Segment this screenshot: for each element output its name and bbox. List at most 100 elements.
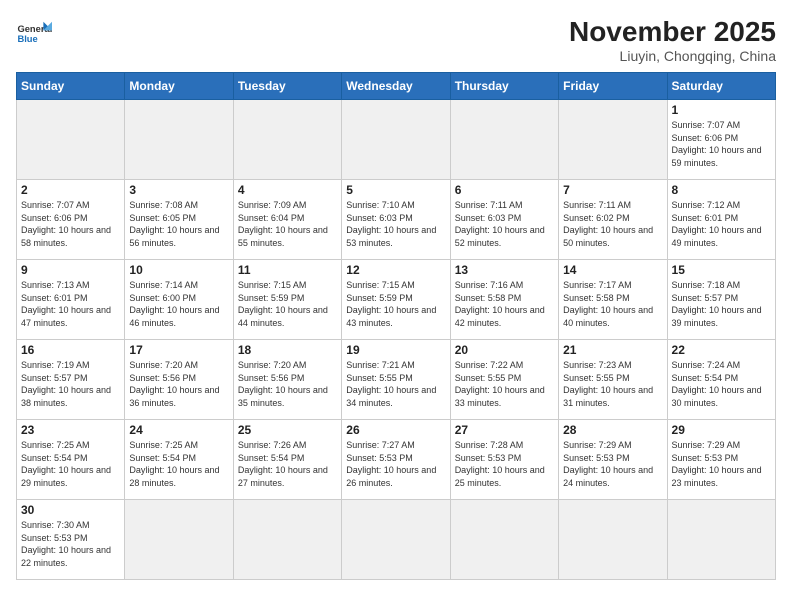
day-cell [450,500,558,580]
logo-icon: General Blue [16,16,52,52]
day-cell: 30 Sunrise: 7:30 AMSunset: 5:53 PMDayligh… [17,500,125,580]
day-number: 8 [672,183,771,197]
day-info: Sunrise: 7:09 AMSunset: 6:04 PMDaylight:… [238,199,337,249]
location: Liuyin, Chongqing, China [569,48,776,64]
day-info: Sunrise: 7:25 AMSunset: 5:54 PMDaylight:… [129,439,228,489]
day-cell: 25 Sunrise: 7:26 AMSunset: 5:54 PMDayligh… [233,420,341,500]
week-row-0: 1Sunrise: 7:07 AMSunset: 6:06 PMDaylight… [17,100,776,180]
day-info: Sunrise: 7:29 AMSunset: 5:53 PMDaylight:… [672,439,771,489]
day-info: Sunrise: 7:17 AMSunset: 5:58 PMDaylight:… [563,279,662,329]
day-info: Sunrise: 7:14 AMSunset: 6:00 PMDaylight:… [129,279,228,329]
week-row-2: 9Sunrise: 7:13 AMSunset: 6:01 PMDaylight… [17,260,776,340]
day-cell: 2Sunrise: 7:07 AMSunset: 6:06 PMDaylight… [17,180,125,260]
day-number: 28 [563,423,662,437]
calendar-body: 1 Sunrise: 7:07 AMSunset: 6:06 PMDaylight… [17,100,776,580]
day-cell [233,100,341,180]
day-number: 12 [346,263,445,277]
day-cell: 5 Sunrise: 7:10 AMSunset: 6:03 PMDaylight… [342,180,450,260]
day-number: 1 [672,103,771,117]
day-cell: 3 Sunrise: 7:08 AMSunset: 6:05 PMDaylight… [125,180,233,260]
day-header-friday: Friday [559,73,667,100]
day-number: 25 [238,423,337,437]
day-number: 13 [455,263,554,277]
day-header-sunday: Sunday [17,73,125,100]
day-cell: 4 Sunrise: 7:09 AMSunset: 6:04 PMDaylight… [233,180,341,260]
day-cell: 9Sunrise: 7:13 AMSunset: 6:01 PMDaylight… [17,260,125,340]
day-cell: 1Sunrise: 7:07 AMSunset: 6:06 PMDaylight… [667,100,775,180]
week-row-4: 23Sunrise: 7:25 AMSunset: 5:54 PMDayligh… [17,420,776,500]
day-number: 10 [129,263,228,277]
day-info: Sunrise: 7:27 AMSunset: 5:53 PMDaylight:… [346,439,445,489]
day-cell [125,500,233,580]
day-info: Sunrise: 7:30 AMSunset: 5:53 PMDaylight:… [21,519,120,569]
day-info: Sunrise: 7:26 AMSunset: 5:54 PMDaylight:… [238,439,337,489]
calendar-table: SundayMondayTuesdayWednesdayThursdayFrid… [16,72,776,580]
day-cell [559,500,667,580]
day-cell [342,500,450,580]
day-info: Sunrise: 7:15 AMSunset: 5:59 PMDaylight:… [238,279,337,329]
svg-text:Blue: Blue [17,34,37,44]
day-info: Sunrise: 7:10 AMSunset: 6:03 PMDaylight:… [346,199,445,249]
day-number: 4 [238,183,337,197]
day-cell: 16Sunrise: 7:19 AMSunset: 5:57 PMDayligh… [17,340,125,420]
day-cell [450,100,558,180]
day-number: 9 [21,263,120,277]
day-number: 15 [672,263,771,277]
day-number: 24 [129,423,228,437]
day-cell: 27Sunrise: 7:28 AMSunset: 5:53 PMDayligh… [450,420,558,500]
day-number: 26 [346,423,445,437]
week-row-5: 30 Sunrise: 7:30 AMSunset: 5:53 PMDayligh… [17,500,776,580]
day-cell [559,100,667,180]
day-number: 20 [455,343,554,357]
day-info: Sunrise: 7:22 AMSunset: 5:55 PMDaylight:… [455,359,554,409]
day-cell [17,100,125,180]
day-number: 29 [672,423,771,437]
day-cell: 14 Sunrise: 7:17 AMSunset: 5:58 PMDayligh… [559,260,667,340]
day-info: Sunrise: 7:12 AMSunset: 6:01 PMDaylight:… [672,199,771,249]
day-info: Sunrise: 7:15 AMSunset: 5:59 PMDaylight:… [346,279,445,329]
day-header-thursday: Thursday [450,73,558,100]
logo: General Blue [16,16,52,52]
day-info: Sunrise: 7:11 AMSunset: 6:03 PMDaylight:… [455,199,554,249]
day-info: Sunrise: 7:08 AMSunset: 6:05 PMDaylight:… [129,199,228,249]
day-number: 3 [129,183,228,197]
day-number: 30 [21,503,120,517]
month-title: November 2025 [569,16,776,48]
day-number: 17 [129,343,228,357]
day-cell: 22 Sunrise: 7:24 AMSunset: 5:54 PMDayligh… [667,340,775,420]
day-cell: 8 Sunrise: 7:12 AMSunset: 6:01 PMDaylight… [667,180,775,260]
day-header-wednesday: Wednesday [342,73,450,100]
day-header-monday: Monday [125,73,233,100]
day-header-saturday: Saturday [667,73,775,100]
day-cell: 29 Sunrise: 7:29 AMSunset: 5:53 PMDayligh… [667,420,775,500]
day-number: 5 [346,183,445,197]
day-number: 11 [238,263,337,277]
day-cell: 15 Sunrise: 7:18 AMSunset: 5:57 PMDayligh… [667,260,775,340]
day-info: Sunrise: 7:11 AMSunset: 6:02 PMDaylight:… [563,199,662,249]
day-info: Sunrise: 7:20 AMSunset: 5:56 PMDaylight:… [238,359,337,409]
day-info: Sunrise: 7:07 AMSunset: 6:06 PMDaylight:… [21,199,120,249]
day-header-tuesday: Tuesday [233,73,341,100]
day-cell: 11 Sunrise: 7:15 AMSunset: 5:59 PMDayligh… [233,260,341,340]
day-info: Sunrise: 7:24 AMSunset: 5:54 PMDaylight:… [672,359,771,409]
day-cell: 6 Sunrise: 7:11 AMSunset: 6:03 PMDaylight… [450,180,558,260]
week-row-3: 16Sunrise: 7:19 AMSunset: 5:57 PMDayligh… [17,340,776,420]
day-number: 6 [455,183,554,197]
day-cell: 7Sunrise: 7:11 AMSunset: 6:02 PMDaylight… [559,180,667,260]
day-cell [233,500,341,580]
day-number: 14 [563,263,662,277]
day-cell: 24 Sunrise: 7:25 AMSunset: 5:54 PMDayligh… [125,420,233,500]
day-cell: 10 Sunrise: 7:14 AMSunset: 6:00 PMDayligh… [125,260,233,340]
day-cell: 18Sunrise: 7:20 AMSunset: 5:56 PMDayligh… [233,340,341,420]
day-info: Sunrise: 7:19 AMSunset: 5:57 PMDaylight:… [21,359,120,409]
day-info: Sunrise: 7:20 AMSunset: 5:56 PMDaylight:… [129,359,228,409]
day-cell: 26 Sunrise: 7:27 AMSunset: 5:53 PMDayligh… [342,420,450,500]
calendar-header: SundayMondayTuesdayWednesdayThursdayFrid… [17,73,776,100]
day-number: 22 [672,343,771,357]
day-cell: 21Sunrise: 7:23 AMSunset: 5:55 PMDayligh… [559,340,667,420]
day-info: Sunrise: 7:18 AMSunset: 5:57 PMDaylight:… [672,279,771,329]
day-cell: 17 Sunrise: 7:20 AMSunset: 5:56 PMDayligh… [125,340,233,420]
day-cell: 20 Sunrise: 7:22 AMSunset: 5:55 PMDayligh… [450,340,558,420]
day-cell: 28Sunrise: 7:29 AMSunset: 5:53 PMDayligh… [559,420,667,500]
day-info: Sunrise: 7:16 AMSunset: 5:58 PMDaylight:… [455,279,554,329]
